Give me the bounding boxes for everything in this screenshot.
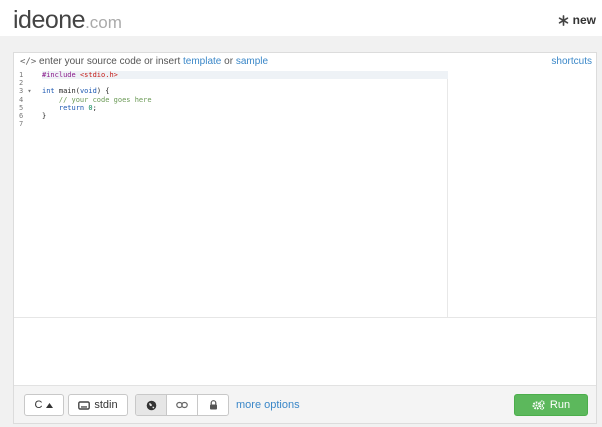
code-line[interactable]: } — [42, 112, 448, 120]
line-number: 6 — [19, 111, 24, 120]
code-icon: </> — [20, 57, 37, 67]
visibility-unlisted-button[interactable] — [167, 395, 198, 415]
editor-header: </> enter your source code or insert tem… — [14, 53, 596, 71]
or-text: or — [221, 56, 236, 67]
visibility-public-button[interactable] — [136, 395, 167, 415]
run-button[interactable]: Run — [514, 394, 588, 416]
line-number: 2 — [19, 79, 24, 88]
code-line[interactable]: return 0; — [42, 104, 448, 112]
language-select-button[interactable]: C — [24, 394, 64, 416]
asterisk-icon — [558, 14, 568, 26]
code-line[interactable]: int main(void) { — [42, 87, 448, 95]
line-number: 1 — [19, 71, 24, 79]
code-line[interactable] — [42, 120, 448, 128]
logo-domain: .com — [85, 13, 122, 32]
logo-main: ideone — [13, 6, 86, 34]
lock-icon — [209, 400, 217, 410]
caret-up-icon — [46, 402, 54, 408]
code-editor[interactable]: 1 2 3 ▾ 4 5 6 7 #include <stdio.h> int ma… — [14, 71, 596, 317]
site-header: ideone.com new — [0, 0, 602, 36]
stdin-button[interactable]: stdin — [68, 394, 128, 416]
language-label: C — [34, 399, 43, 411]
code-content[interactable]: #include <stdio.h> int main(void) { // yo… — [42, 71, 448, 317]
editor-instructions: </> enter your source code or insert tem… — [20, 56, 268, 67]
visibility-private-button[interactable] — [198, 395, 228, 415]
code-line[interactable]: // your code goes here — [42, 96, 448, 104]
link-icon — [176, 401, 188, 409]
editor-panel: </> enter your source code or insert tem… — [13, 52, 597, 424]
site-logo[interactable]: ideone.com — [13, 6, 122, 35]
line-number: 4 — [19, 95, 24, 104]
line-number: 3 ▾ — [19, 87, 32, 96]
editor-side-panel — [448, 71, 596, 317]
shortcuts-link[interactable]: shortcuts — [551, 56, 592, 67]
more-options-link[interactable]: more options — [236, 399, 300, 411]
code-line[interactable]: #include <stdio.h> — [42, 71, 448, 79]
keyboard-icon — [78, 400, 91, 410]
line-number: 7 — [19, 120, 24, 129]
new-link[interactable]: new — [558, 13, 596, 27]
template-link[interactable]: template — [183, 56, 221, 67]
run-label: Run — [549, 399, 571, 411]
bottom-toolbar: C stdin more options Run — [14, 385, 596, 423]
stdin-label: stdin — [94, 399, 118, 411]
gears-icon — [532, 400, 545, 410]
new-label: new — [572, 13, 596, 27]
code-line[interactable] — [42, 79, 448, 87]
line-number-gutter: 1 2 3 ▾ 4 5 6 7 — [14, 71, 42, 317]
input-area[interactable] — [14, 317, 596, 385]
sample-link[interactable]: sample — [236, 56, 268, 67]
fold-marker-icon[interactable]: ▾ — [23, 87, 31, 95]
globe-icon — [146, 400, 156, 410]
visibility-toggle-group — [135, 394, 229, 416]
line-number: 5 — [19, 103, 24, 112]
lead-text: enter your source code or insert — [36, 56, 184, 67]
